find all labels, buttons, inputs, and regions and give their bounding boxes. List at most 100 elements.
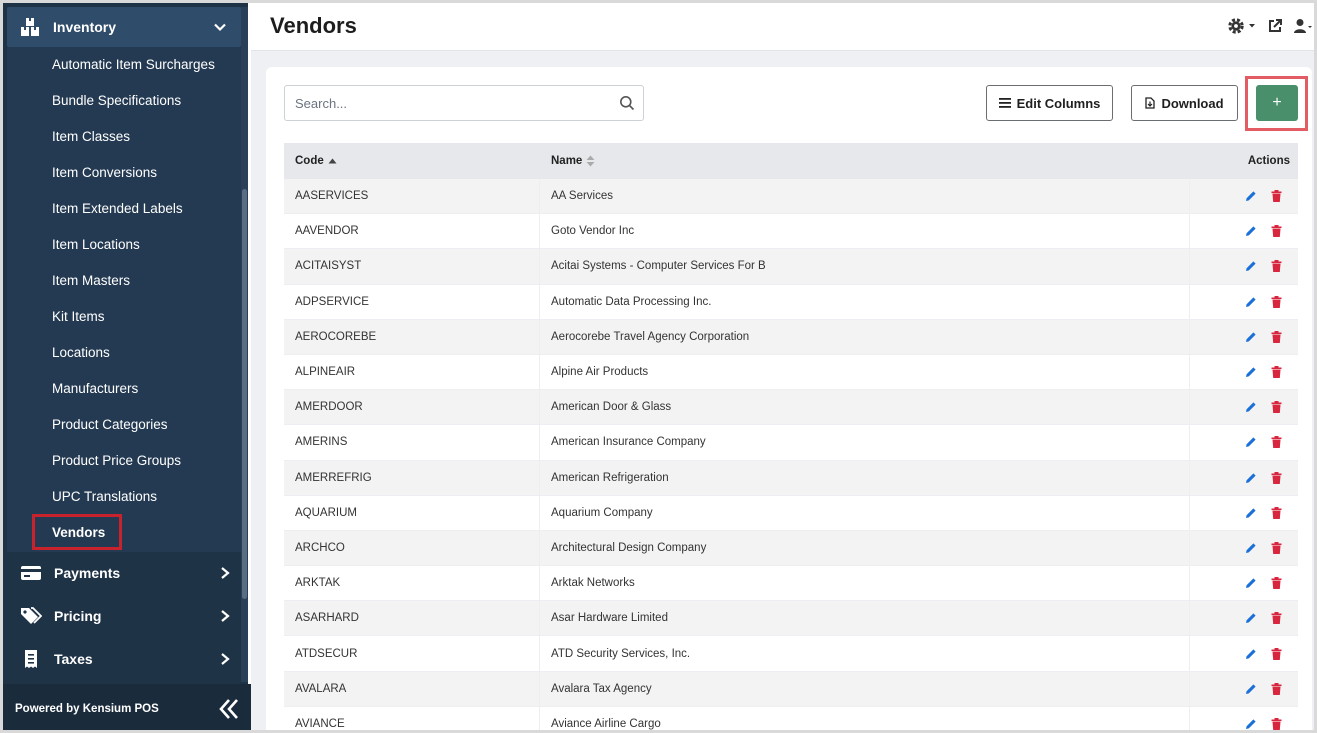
chevron-down-icon bbox=[214, 23, 226, 32]
external-link-icon[interactable] bbox=[1267, 18, 1283, 34]
delete-trash-icon[interactable] bbox=[1271, 506, 1282, 519]
sidebar-item-item-masters[interactable]: Item Masters bbox=[52, 263, 130, 299]
sidebar-group-taxes[interactable]: Taxes bbox=[7, 638, 241, 680]
sidebar-item-product-categories[interactable]: Product Categories bbox=[52, 407, 168, 443]
edit-pencil-icon[interactable] bbox=[1245, 366, 1257, 378]
sidebar-item-manufacturers[interactable]: Manufacturers bbox=[52, 371, 138, 407]
sidebar-item-bundle-specifications[interactable]: Bundle Specifications bbox=[52, 83, 181, 119]
credit-card-icon bbox=[21, 566, 41, 580]
main-content: Vendors Search... Edit Columns Download … bbox=[251, 3, 1314, 730]
delete-trash-icon[interactable] bbox=[1271, 717, 1282, 730]
sidebar-group-payments[interactable]: Payments bbox=[7, 552, 241, 594]
edit-columns-button[interactable]: Edit Columns bbox=[986, 85, 1113, 121]
search-icon[interactable] bbox=[619, 95, 635, 111]
edit-pencil-icon[interactable] bbox=[1245, 190, 1257, 202]
sidebar-item-item-extended-labels[interactable]: Item Extended Labels bbox=[52, 191, 183, 227]
cell-actions bbox=[1190, 601, 1298, 635]
delete-trash-icon[interactable] bbox=[1271, 577, 1282, 590]
chevron-right-icon bbox=[221, 567, 230, 579]
column-label: Name bbox=[551, 155, 583, 167]
delete-trash-icon[interactable] bbox=[1271, 260, 1282, 273]
table-row[interactable]: ARCHCO Architectural Design Company bbox=[284, 530, 1298, 567]
boxes-icon bbox=[21, 18, 39, 36]
sort-icon bbox=[586, 155, 595, 167]
table-row[interactable]: ARKTAK Arktak Networks bbox=[284, 566, 1298, 602]
cell-actions bbox=[1190, 179, 1298, 213]
cell-actions bbox=[1190, 672, 1298, 706]
edit-pencil-icon[interactable] bbox=[1245, 683, 1257, 695]
delete-trash-icon[interactable] bbox=[1271, 682, 1282, 695]
delete-trash-icon[interactable] bbox=[1271, 366, 1282, 379]
table-row[interactable]: ACITAISYST Acitai Systems - Computer Serv… bbox=[284, 249, 1298, 285]
delete-trash-icon[interactable] bbox=[1271, 401, 1282, 414]
edit-pencil-icon[interactable] bbox=[1245, 542, 1257, 554]
header-actions bbox=[1227, 17, 1313, 35]
delete-trash-icon[interactable] bbox=[1271, 612, 1282, 625]
settings-gear-icon[interactable] bbox=[1227, 17, 1257, 35]
table-row[interactable]: AQUARIUM Aquarium Company bbox=[284, 495, 1298, 531]
table-row[interactable]: ATDSECUR ATD Security Services, Inc. bbox=[284, 636, 1298, 672]
search-box bbox=[284, 85, 644, 121]
edit-pencil-icon[interactable] bbox=[1245, 612, 1257, 624]
sidebar-scrollbar-thumb[interactable] bbox=[242, 189, 247, 599]
table-row[interactable]: AEROCOREBE Aerocorebe Travel Agency Corpo… bbox=[284, 319, 1298, 355]
column-header-name[interactable]: Name bbox=[540, 155, 1190, 167]
edit-pencil-icon[interactable] bbox=[1245, 260, 1257, 272]
delete-trash-icon[interactable] bbox=[1271, 541, 1282, 554]
sidebar-group-inventory[interactable]: Inventory bbox=[7, 7, 241, 47]
table-row[interactable]: AMERDOOR American Door & Glass bbox=[284, 390, 1298, 426]
table-row[interactable]: ADPSERVICE Automatic Data Processing Inc. bbox=[284, 284, 1298, 320]
table-row[interactable]: ALPINEAIR Alpine Air Products bbox=[284, 354, 1298, 391]
edit-pencil-icon[interactable] bbox=[1245, 718, 1257, 730]
sidebar-item-item-locations[interactable]: Item Locations bbox=[52, 227, 140, 263]
sidebar-item-item-conversions[interactable]: Item Conversions bbox=[52, 155, 157, 191]
sidebar: Inventory Automatic Item Surcharges Bund… bbox=[3, 3, 251, 730]
sidebar-item-product-price-groups[interactable]: Product Price Groups bbox=[52, 443, 181, 479]
table-row[interactable]: ASARHARD Asar Hardware Limited bbox=[284, 601, 1298, 637]
edit-pencil-icon[interactable] bbox=[1245, 296, 1257, 308]
user-icon[interactable] bbox=[1293, 18, 1313, 34]
edit-pencil-icon[interactable] bbox=[1245, 577, 1257, 589]
sidebar-group-label: Payments bbox=[54, 565, 121, 581]
cell-actions bbox=[1190, 707, 1298, 730]
delete-trash-icon[interactable] bbox=[1271, 225, 1282, 238]
download-button[interactable]: Download bbox=[1131, 85, 1238, 121]
sidebar-group-pricing[interactable]: Pricing bbox=[7, 595, 241, 637]
sort-asc-icon bbox=[328, 158, 337, 164]
column-header-code[interactable]: Code bbox=[284, 155, 540, 167]
sidebar-item-upc-translations[interactable]: UPC Translations bbox=[52, 479, 157, 515]
delete-trash-icon[interactable] bbox=[1271, 471, 1282, 484]
table-row[interactable]: AAVENDOR Goto Vendor Inc bbox=[284, 214, 1298, 250]
edit-pencil-icon[interactable] bbox=[1245, 472, 1257, 484]
table-row[interactable]: AMERINS American Insurance Company bbox=[284, 425, 1298, 461]
sidebar-item-locations[interactable]: Locations bbox=[52, 335, 110, 371]
delete-trash-icon[interactable] bbox=[1271, 647, 1282, 660]
table-row[interactable]: AVIANCE Aviance Airline Cargo bbox=[284, 706, 1298, 730]
table-row[interactable]: AASERVICES AA Services bbox=[284, 179, 1298, 215]
edit-pencil-icon[interactable] bbox=[1245, 331, 1257, 343]
edit-pencil-icon[interactable] bbox=[1245, 507, 1257, 519]
edit-pencil-icon[interactable] bbox=[1245, 401, 1257, 413]
table-row[interactable]: AVALARA Avalara Tax Agency bbox=[284, 671, 1298, 707]
sidebar-item-kit-items[interactable]: Kit Items bbox=[52, 299, 105, 335]
double-chevron-left-icon[interactable] bbox=[217, 697, 241, 721]
column-header-actions: Actions bbox=[1247, 155, 1290, 167]
edit-pencil-icon[interactable] bbox=[1245, 648, 1257, 660]
edit-pencil-icon[interactable] bbox=[1245, 436, 1257, 448]
cell-actions bbox=[1190, 531, 1298, 565]
cell-name: Goto Vendor Inc bbox=[540, 214, 1190, 249]
cell-actions bbox=[1190, 636, 1298, 670]
table-row[interactable]: AMERREFRIG American Refrigeration bbox=[284, 460, 1298, 496]
delete-trash-icon[interactable] bbox=[1271, 190, 1282, 203]
cell-code: AAVENDOR bbox=[284, 214, 540, 249]
delete-trash-icon[interactable] bbox=[1271, 436, 1282, 449]
delete-trash-icon[interactable] bbox=[1271, 330, 1282, 343]
sidebar-item-automatic-item-surcharges[interactable]: Automatic Item Surcharges bbox=[52, 47, 215, 83]
sidebar-item-item-classes[interactable]: Item Classes bbox=[52, 119, 130, 155]
cell-actions bbox=[1190, 566, 1298, 600]
search-input[interactable] bbox=[285, 86, 605, 120]
cell-code: ATDSECUR bbox=[284, 636, 540, 671]
cell-code: ARKTAK bbox=[284, 566, 540, 601]
delete-trash-icon[interactable] bbox=[1271, 295, 1282, 308]
edit-pencil-icon[interactable] bbox=[1245, 225, 1257, 237]
